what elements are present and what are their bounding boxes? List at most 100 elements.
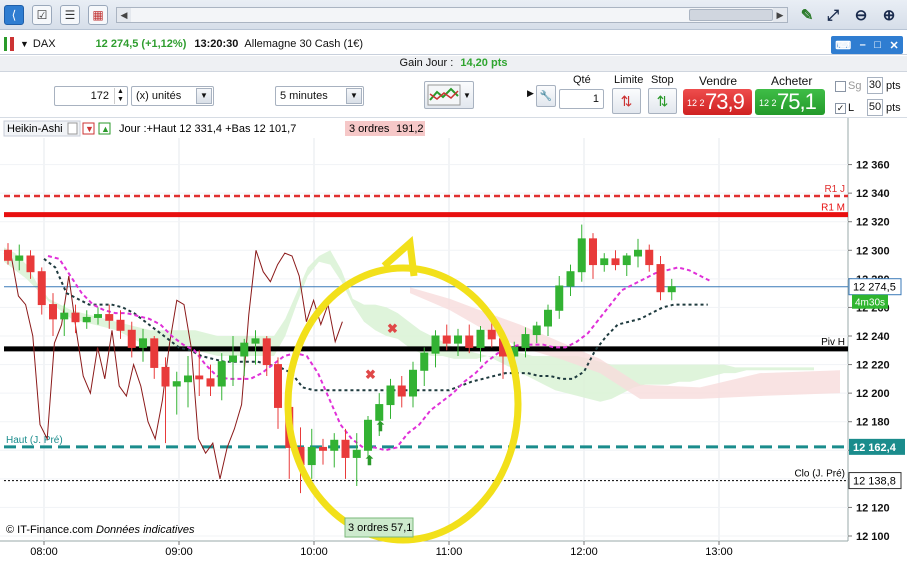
x-tick-label: 09:00: [165, 546, 193, 558]
candle-body: [4, 249, 12, 261]
bottom-orders-value: 57,1: [391, 522, 412, 534]
candle-body: [161, 366, 170, 387]
chevron-down-icon[interactable]: ▼: [463, 91, 471, 100]
zoom-out-icon[interactable]: ⊖: [851, 5, 871, 25]
stepper-arrows-icon[interactable]: ▲ ▼: [114, 88, 126, 104]
scroll-left-icon[interactable]: ◀: [117, 8, 131, 22]
sell-price-main: 73,9: [705, 89, 745, 114]
horizontal-scrollbar[interactable]: ◀ ▶: [116, 7, 788, 23]
price-chart[interactable]: R1 J R1 M Piv H Haut (J. Pré) Clo (J. Pré) ✖…: [0, 118, 907, 561]
wrench-button[interactable]: 🔧: [536, 85, 556, 107]
candle-body: [217, 361, 226, 387]
sg-label: Sg: [848, 80, 862, 92]
zoom-in-icon[interactable]: ⊕: [879, 5, 899, 25]
list-icon[interactable]: ☰: [60, 5, 80, 25]
candle-body: [60, 312, 69, 320]
candle-body: [364, 419, 372, 451]
trading-app: ⟨ ☑ ☰ ▦ ◀ ▶ ✎ ⤢ ⊖ ⊕ ▼ DAX 12 274,5 (+1,1…: [0, 0, 907, 561]
limit-label: Limite: [614, 74, 644, 86]
candle-body: [49, 304, 57, 320]
stop-loss-panel: Sg 30 pts ✓ L 50 pts: [830, 72, 907, 118]
wrench-small-icon[interactable]: [67, 122, 78, 135]
indicator-chart-icon: [427, 84, 461, 106]
units-select[interactable]: (x) unités ▼: [131, 86, 214, 106]
chevron-down-icon[interactable]: ▼: [346, 88, 362, 104]
candle-body: [442, 335, 451, 344]
maximize-icon[interactable]: □: [874, 39, 881, 51]
candle-body: [487, 329, 496, 340]
candle-body: [589, 238, 597, 266]
candle-body: [454, 335, 462, 344]
qty-input[interactable]: 1: [559, 89, 604, 109]
stop-order-button[interactable]: ⇅: [648, 88, 677, 114]
x-tick-label: 13:00: [705, 546, 733, 558]
buy-order-marker: ⬆: [364, 453, 375, 468]
candle-body: [386, 385, 395, 406]
indicator-button[interactable]: ▼: [424, 81, 474, 109]
candle-body: [26, 255, 35, 273]
y-tick-label: 12 220: [856, 360, 890, 372]
chart-svg[interactable]: R1 J R1 M Piv H Haut (J. Pré) Clo (J. Pré) ✖…: [0, 118, 907, 561]
l-input[interactable]: 50: [867, 99, 883, 116]
price-change: 12 274,5 (+1,12%): [95, 37, 187, 50]
y-tick-label: 12 180: [856, 417, 890, 429]
wrench-icon: 🔧: [539, 90, 553, 102]
candle-body: [622, 255, 631, 266]
grid-add-icon[interactable]: ▦: [88, 5, 108, 25]
bottom-orders-badge[interactable]: 3 ordres 57,1: [344, 517, 414, 538]
quantity-stepper[interactable]: 172 ▲ ▼: [54, 86, 128, 106]
instrument-name[interactable]: DAX: [33, 38, 56, 50]
level-label: Piv H: [821, 337, 845, 348]
sell-button[interactable]: 12 2 73,9: [683, 89, 752, 115]
candle-body: [319, 446, 327, 451]
sg-input[interactable]: 30: [867, 77, 883, 94]
quantity-value: 172: [90, 90, 109, 102]
level-label: Clo (J. Pré): [794, 469, 845, 480]
share-icon[interactable]: ⟨: [4, 5, 24, 25]
keyboard-icon[interactable]: ⌨: [835, 39, 851, 52]
day-range: Jour :+Haut 12 331,4 +Bas 12 101,7: [119, 123, 296, 135]
close-icon[interactable]: ✕: [889, 39, 898, 52]
chevron-down-icon[interactable]: ▼: [196, 88, 212, 104]
candle-body: [645, 249, 654, 266]
chart-type-label: Heikin-Ashi: [7, 123, 63, 135]
candle-body: [229, 355, 237, 363]
checklist-icon[interactable]: ☑: [32, 5, 52, 25]
limit-order-button[interactable]: ⇅: [612, 88, 641, 114]
x-tick-label: 12:00: [570, 546, 598, 558]
sg-checkbox[interactable]: [835, 81, 846, 92]
candle-body: [15, 255, 24, 261]
current-price-tag: 12 274,5: [853, 282, 896, 294]
chart-header: Heikin-Ashi ▼ ▲ Jour :+Haut 12 331,4 +Ba…: [3, 120, 425, 137]
window-controls: ⌨ – □ ✕: [831, 36, 903, 54]
minimize-icon[interactable]: –: [860, 39, 866, 51]
buy-button[interactable]: 12 2 75,1: [755, 89, 825, 115]
candle-body: [94, 314, 102, 318]
collapse-arrow-icon[interactable]: ▶: [527, 88, 534, 99]
y-tick-label: 12 100: [856, 531, 890, 543]
scroll-thumb[interactable]: [689, 9, 773, 21]
l-checkbox[interactable]: ✓: [835, 103, 846, 114]
y-tick-label: 12 320: [856, 217, 890, 229]
scroll-right-icon[interactable]: ▶: [773, 8, 787, 22]
candle-body: [330, 439, 339, 451]
zoom-fit-icon[interactable]: ⤢: [823, 5, 843, 25]
crosshair-icon[interactable]: ✎: [797, 5, 817, 25]
buy-small-arrow: ▲: [101, 124, 110, 134]
candle-body: [465, 335, 474, 348]
candle-body: [397, 385, 406, 397]
candles-icon: [4, 36, 14, 51]
x-axis-labels: 08:00 09:00 10:00 11:00 12:00 13:00: [30, 541, 733, 558]
bottom-orders-count: 3 ordres: [348, 522, 389, 534]
chevron-down-icon[interactable]: ▼: [20, 39, 29, 49]
candle-body: [420, 352, 429, 371]
candle-body: [577, 238, 586, 273]
candle-body: [667, 286, 676, 293]
y-tick-label: 12 240: [856, 331, 890, 343]
sell-price-prefix: 12 2: [687, 98, 705, 108]
candle-body: [656, 264, 665, 293]
gain-label: Gain Jour :: [399, 57, 454, 69]
timeframe-select[interactable]: 5 minutes ▼: [275, 86, 364, 106]
l-units: pts: [886, 102, 901, 114]
candle-body: [600, 258, 609, 266]
